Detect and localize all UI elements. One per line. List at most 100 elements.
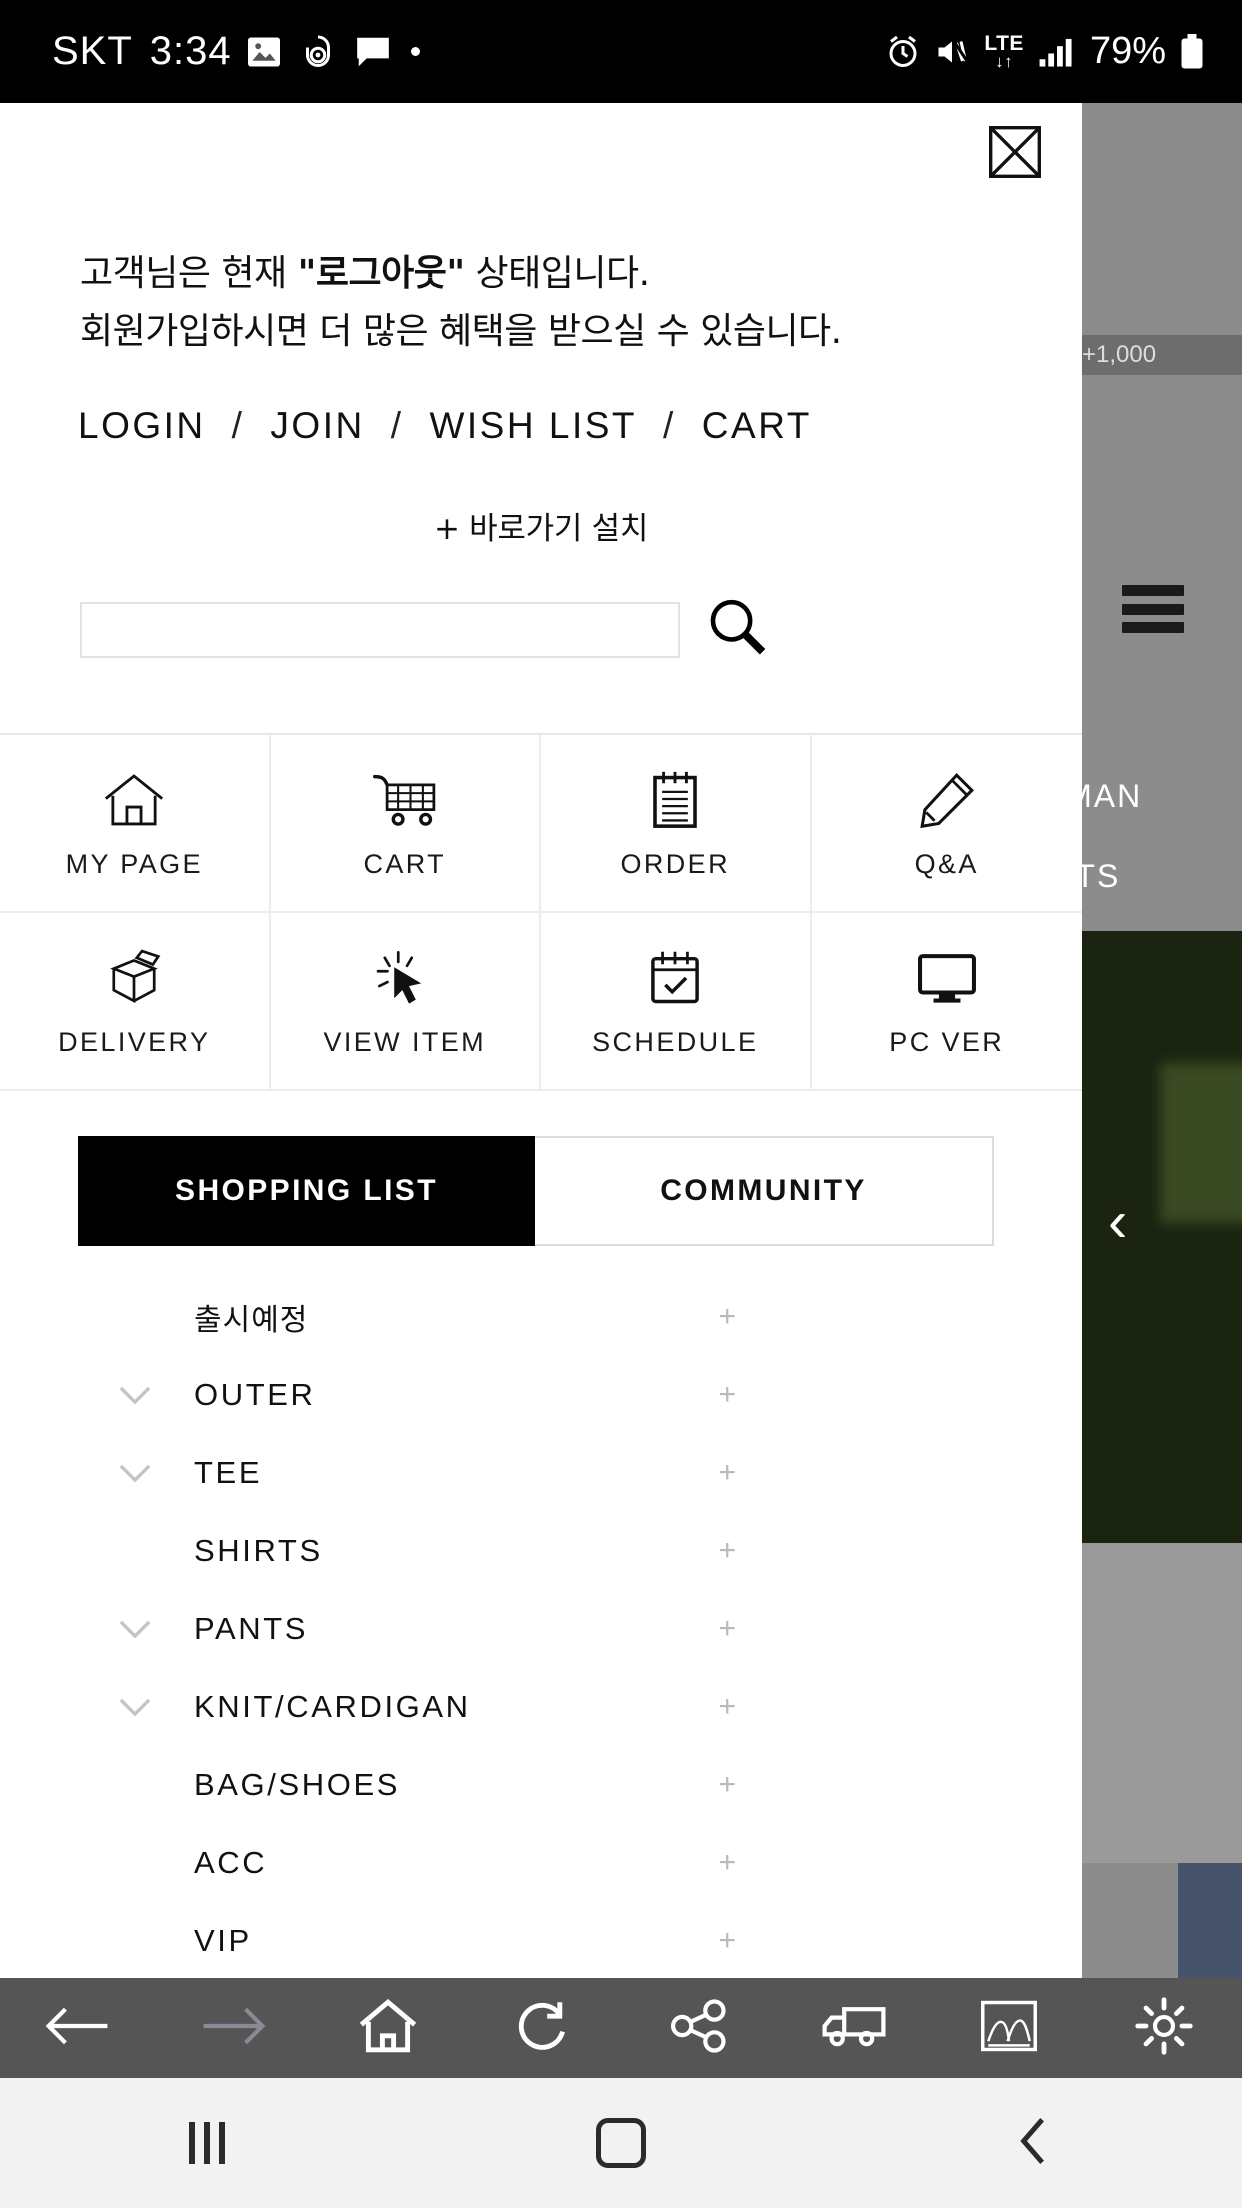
shopping-cart-icon: [372, 767, 438, 829]
home-icon: [103, 767, 165, 829]
quick-menu-view-item[interactable]: VIEW ITEM: [270, 913, 541, 1091]
battery-percent-label: 79%: [1089, 30, 1166, 72]
browser-home-button[interactable]: [311, 1998, 466, 2059]
back-chevron-icon: [1013, 2114, 1057, 2173]
category-list: 출시예정 + OUTER + TEE + SHIRTS + PANTS + KN…: [78, 1278, 994, 1980]
chevron-down-icon[interactable]: [118, 1612, 152, 1646]
back-icon: [43, 2000, 113, 2057]
home-button[interactable]: [414, 2118, 828, 2168]
expand-plus-icon[interactable]: +: [718, 1378, 736, 1412]
quick-menu-label: DELIVERY: [58, 1026, 211, 1057]
home-square-icon: [596, 2118, 646, 2168]
reload-icon: [512, 1998, 574, 2059]
browser-bookmarks-button[interactable]: [932, 1999, 1087, 2058]
category-row-outer[interactable]: OUTER +: [78, 1356, 994, 1434]
logged-out-greeting: 고객님은 현재 "로그아웃" 상태입니다. 회원가입하시면 더 많은 혜택을 받…: [80, 245, 1020, 362]
expand-plus-icon[interactable]: +: [718, 1846, 736, 1880]
category-row-vip[interactable]: VIP +: [78, 1902, 994, 1980]
status-notification-icons: [246, 34, 887, 70]
category-label: PANTS: [194, 1611, 309, 1646]
expand-plus-icon[interactable]: +: [718, 1300, 736, 1334]
quick-menu-my-page[interactable]: MY PAGE: [0, 735, 271, 913]
browser-back-button[interactable]: [0, 2000, 155, 2057]
expand-plus-icon[interactable]: +: [718, 1690, 736, 1724]
quick-menu-order[interactable]: ORDER: [541, 735, 812, 913]
browser-reload-button[interactable]: [466, 1998, 621, 2059]
category-label: OUTER: [194, 1377, 316, 1412]
category-row-bag-shoes[interactable]: BAG/SHOES +: [78, 1746, 994, 1824]
chevron-down-icon[interactable]: [118, 1690, 152, 1724]
auth-link-wish-list[interactable]: WISH LIST: [429, 405, 637, 447]
auth-links: LOGIN / JOIN / WISH LIST / CART: [78, 405, 812, 447]
auth-link-join[interactable]: JOIN: [270, 405, 364, 447]
category-row-acc[interactable]: ACC +: [78, 1824, 994, 1902]
quick-menu-pc-version[interactable]: PC VER: [811, 913, 1082, 1091]
recents-button[interactable]: [0, 2122, 414, 2164]
network-label: LTE: [984, 32, 1024, 55]
alarm-icon: [886, 34, 920, 70]
category-label: KNIT/CARDIGAN: [194, 1689, 471, 1724]
band-icon: [301, 34, 335, 70]
back-button[interactable]: [828, 2114, 1242, 2173]
status-right-icons: LTE ↓↑ 79%: [886, 30, 1204, 73]
monitor-icon: [916, 945, 978, 1007]
signal-icon: [1038, 36, 1076, 68]
browser-forward-button[interactable]: [155, 2000, 310, 2057]
category-row-pants[interactable]: PANTS +: [78, 1590, 994, 1668]
quick-menu-label: MY PAGE: [65, 848, 203, 879]
quick-menu-cart[interactable]: CART: [270, 735, 541, 913]
pencil-icon: [918, 767, 976, 829]
auth-link-cart[interactable]: CART: [702, 405, 812, 447]
close-icon[interactable]: [988, 125, 1042, 179]
menu-tabs: SHOPPING LIST COMMUNITY: [78, 1136, 994, 1246]
category-label: ACC: [194, 1845, 268, 1880]
expand-plus-icon[interactable]: +: [718, 1534, 736, 1568]
quick-menu-label: ORDER: [620, 848, 730, 879]
auth-separator-3: /: [663, 405, 676, 446]
quick-menu-label: PC VER: [889, 1026, 1005, 1057]
network-arrows: ↓↑: [995, 52, 1014, 71]
tab-shopping-list[interactable]: SHOPPING LIST: [78, 1136, 535, 1246]
quick-menu-label: SCHEDULE: [592, 1026, 759, 1057]
category-row-upcoming[interactable]: 출시예정 +: [78, 1278, 994, 1356]
expand-plus-icon[interactable]: +: [718, 1456, 736, 1490]
chevron-down-icon[interactable]: [118, 1456, 152, 1490]
auth-separator-2: /: [390, 405, 404, 446]
tab-community[interactable]: COMMUNITY: [535, 1136, 994, 1246]
quick-menu-schedule[interactable]: SCHEDULE: [541, 913, 812, 1091]
category-row-tee[interactable]: TEE +: [78, 1434, 994, 1512]
expand-plus-icon[interactable]: +: [718, 1768, 736, 1802]
category-row-knit-cardigan[interactable]: KNIT/CARDIGAN +: [78, 1668, 994, 1746]
greeting-status-bold: "로그아웃": [297, 253, 466, 294]
expand-plus-icon[interactable]: +: [718, 1924, 736, 1958]
expand-plus-icon[interactable]: +: [718, 1612, 736, 1646]
slide-menu-panel: 고객님은 현재 "로그아웃" 상태입니다. 회원가입하시면 더 많은 혜택을 받…: [0, 103, 1082, 1978]
browser-share-button[interactable]: [621, 1998, 776, 2059]
search-icon[interactable]: [706, 596, 768, 663]
category-label: BAG/SHOES: [194, 1767, 401, 1802]
category-row-shirts[interactable]: SHIRTS +: [78, 1512, 994, 1590]
install-shortcut-link[interactable]: + 바로가기 설치: [0, 503, 1082, 548]
hamburger-menu-icon[interactable]: [1122, 585, 1184, 633]
chevron-down-icon[interactable]: [118, 1378, 152, 1412]
category-label: 출시예정: [194, 1303, 309, 1338]
browser-delivery-button[interactable]: [776, 2000, 931, 2057]
quick-menu-delivery[interactable]: DELIVERY: [0, 913, 271, 1091]
background-point-badge: +1,000: [1072, 335, 1242, 375]
carousel-prev-arrow-icon[interactable]: ‹: [1108, 1188, 1127, 1255]
greeting-line-1: 고객님은 현재 "로그아웃" 상태입니다.: [80, 245, 1020, 303]
network-type-icon: LTE ↓↑: [984, 33, 1024, 70]
quick-menu-qna[interactable]: Q&A: [811, 735, 1082, 913]
click-cursor-icon: [374, 945, 436, 1007]
category-label: SHIRTS: [194, 1533, 323, 1568]
carrier-label: SKT: [52, 29, 133, 73]
search-input[interactable]: [80, 601, 680, 658]
browser-settings-button[interactable]: [1087, 1996, 1242, 2060]
notepad-icon: [649, 767, 701, 829]
auth-link-login[interactable]: LOGIN: [78, 405, 206, 447]
settings-gear-icon: [1133, 1996, 1195, 2060]
share-icon: [668, 1998, 730, 2059]
status-left: SKT 3:34: [52, 29, 232, 74]
home-icon: [357, 1998, 419, 2059]
battery-icon: [1180, 33, 1204, 70]
